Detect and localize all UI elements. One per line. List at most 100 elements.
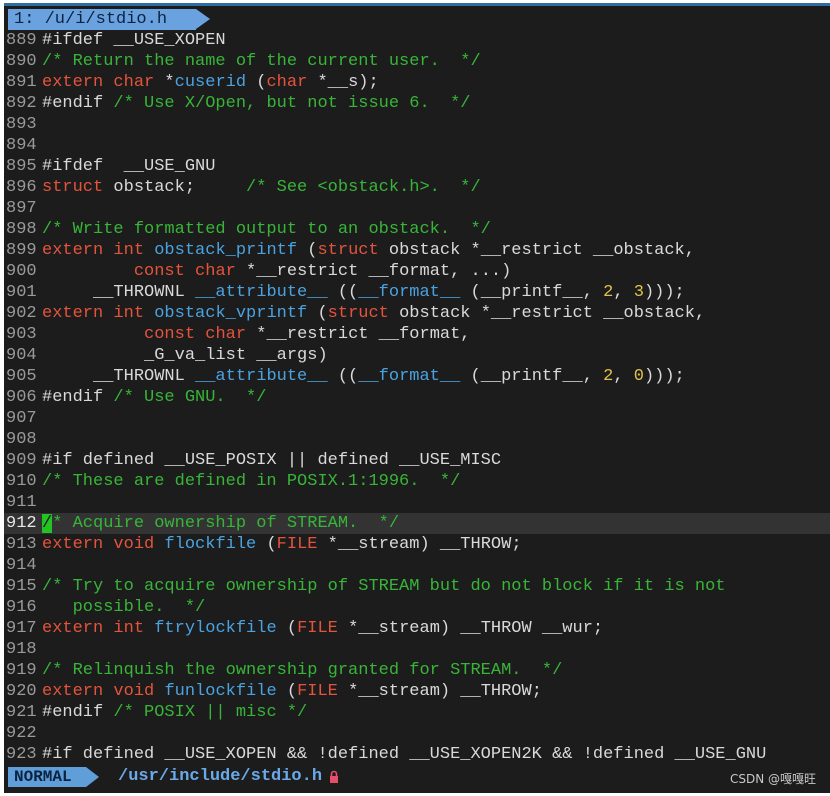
line-number: 900 [6,262,37,281]
code-line[interactable]: 916 possible. */ [4,597,830,618]
code-line[interactable]: 895 #ifdef __USE_GNU [4,156,830,177]
editor-buffer[interactable]: 889 #ifdef __USE_XOPEN 890 /* Return the na… [4,30,830,765]
line-number: 896 [6,178,37,197]
code-line[interactable]: 894 [4,135,830,156]
code-token: FILE [276,535,318,554]
code-token: 3 [633,283,644,302]
line-number: 910 [6,472,37,491]
code-line[interactable]: 905 __THROWNL __attribute__ ((__format__… [4,366,830,387]
code-text[interactable]: const char *__restrict __format, [42,325,471,344]
code-line[interactable]: 892 #endif /* Use X/Open, but not issue 6… [4,93,830,114]
code-token: flockfile [164,535,257,554]
code-line[interactable]: 901 __THROWNL __attribute__ ((__format__… [4,282,830,303]
code-line[interactable]: 890 /* Return the name of the current use… [4,51,830,72]
code-line[interactable]: 907 [4,408,830,429]
code-line[interactable]: 909 #if defined __USE_POSIX || defined __… [4,450,830,471]
vim-terminal[interactable]: 1: /u/i/stdio.h 889 #ifdef __USE_XOPEN 890… [4,3,830,793]
code-line[interactable]: 915 /* Try to acquire ownership of STREAM… [4,576,830,597]
code-line[interactable]: 923 #if defined __USE_XOPEN && !defined _… [4,744,830,765]
watermark: CSDN @嘎嘎旺 [729,772,816,786]
code-line[interactable]: 920 extern void funlockfile (FILE *__stre… [4,681,830,702]
code-text[interactable]: #if defined __USE_XOPEN && !defined __US… [42,745,766,764]
code-text[interactable]: /* Relinquish the ownership granted for … [42,661,562,680]
code-token: const [133,262,185,281]
code-text[interactable]: const char *__restrict __format, ...) [42,262,511,281]
code-token: * Acquire ownership of STREAM. */ [52,514,400,533]
code-line[interactable]: 897 [4,198,830,219]
line-number: 920 [6,682,37,701]
code-line[interactable]: 900 const char *__restrict __format, ...… [4,261,830,282]
code-text[interactable]: #endif /* Use X/Open, but not issue 6. *… [42,94,470,113]
code-token: obstack; [103,178,247,197]
code-line[interactable]: 917 extern int ftrylockfile (FILE *__stre… [4,618,830,639]
code-text[interactable]: #ifdef __USE_XOPEN [42,31,226,50]
code-line[interactable]: 910 /* These are defined in POSIX.1:1996.… [4,471,830,492]
code-text[interactable]: /* Write formatted output to an obstack.… [42,220,491,239]
line-number: 893 [6,115,37,134]
code-line[interactable]: 904 _G_va_list __args) [4,345,830,366]
line-number: 899 [6,241,37,260]
code-token: ( [307,304,328,323]
code-text[interactable]: extern int obstack_printf (struct obstac… [42,241,695,260]
code-token: ))); [643,283,685,302]
line-number: 923 [6,745,37,764]
code-line[interactable]: 914 [4,555,830,576]
code-token: *__restrict __format, ...) [235,262,512,281]
code-line[interactable]: 896 struct obstack; /* See <obstack.h>. *… [4,177,830,198]
code-token: /* See <obstack.h>. */ [246,178,481,197]
code-line[interactable]: 898 /* Write formatted output to an obsta… [4,219,830,240]
code-text[interactable]: struct obstack; /* See <obstack.h>. */ [42,178,481,197]
code-token: char [195,262,236,281]
code-line[interactable]: 919 /* Relinquish the ownership granted f… [4,660,830,681]
code-line[interactable]: 902 extern int obstack_vprintf (struct ob… [4,303,830,324]
code-text[interactable]: #ifdef __USE_GNU [42,157,215,176]
code-token: *__restrict __format, [246,325,471,344]
buffer-tab[interactable]: 1: /u/i/stdio.h [8,9,196,30]
code-token: /* Return the name of the current user. … [42,52,481,71]
code-line[interactable]: 922 [4,723,830,744]
code-text[interactable]: _G_va_list __args) [42,346,328,365]
line-number: 917 [6,619,37,638]
code-text[interactable]: /* Acquire ownership of STREAM. */ [42,514,399,533]
code-text[interactable]: possible. */ [42,598,206,617]
code-token: ( [246,73,267,92]
code-token: /* Use GNU. */ [103,388,267,407]
code-token: (( [327,283,359,302]
code-text[interactable]: #endif /* Use GNU. */ [42,388,266,407]
code-text[interactable]: __THROWNL __attribute__ ((__format__ (__… [42,283,685,302]
code-token: #ifdef __USE_XOPEN [42,31,226,50]
code-line[interactable]: 908 [4,429,830,450]
code-text[interactable]: /* Return the name of the current user. … [42,52,481,71]
code-text[interactable]: /* Try to acquire ownership of STREAM bu… [42,577,726,596]
code-line[interactable]: 921 #endif /* POSIX || misc */ [4,702,830,723]
code-text[interactable]: #endif /* POSIX || misc */ [42,703,307,722]
line-number: 912 [6,514,37,533]
line-number: 890 [6,52,37,71]
code-line[interactable]: 903 const char *__restrict __format, [4,324,830,345]
code-line[interactable]: 891 extern char *cuserid (char *__s); [4,72,830,93]
line-number: 907 [6,409,37,428]
code-text[interactable]: extern void funlockfile (FILE *__stream)… [42,682,542,701]
code-line[interactable]: 918 [4,639,830,660]
code-token: /* POSIX || misc */ [103,703,308,722]
line-number: 903 [6,325,37,344]
code-line[interactable]: 899 extern int obstack_printf (struct obs… [4,240,830,261]
cursor-line[interactable]: 912 /* Acquire ownership of STREAM. */ [4,513,830,534]
code-text[interactable]: extern int ftrylockfile (FILE *__stream)… [42,619,603,638]
code-line[interactable]: 906 #endif /* Use GNU. */ [4,387,830,408]
code-text[interactable]: extern int obstack_vprintf (struct obsta… [42,304,705,323]
code-line[interactable]: 893 [4,114,830,135]
code-text[interactable]: #if defined __USE_POSIX || defined __USE… [42,451,501,470]
code-line[interactable]: 913 extern void flockfile (FILE *__stream… [4,534,830,555]
code-text[interactable]: extern void flockfile (FILE *__stream) _… [42,535,522,554]
code-line[interactable]: 911 [4,492,830,513]
code-text[interactable]: extern char *cuserid (char *__s); [42,73,379,92]
code-text[interactable]: __THROWNL __attribute__ ((__format__ (__… [42,367,685,386]
code-text[interactable]: /* These are defined in POSIX.1:1996. */ [42,472,460,491]
line-number: 908 [6,430,37,449]
code-line[interactable]: 889 #ifdef __USE_XOPEN [4,30,830,51]
tab-arrow-separator [196,9,210,29]
code-token: int [113,304,145,323]
